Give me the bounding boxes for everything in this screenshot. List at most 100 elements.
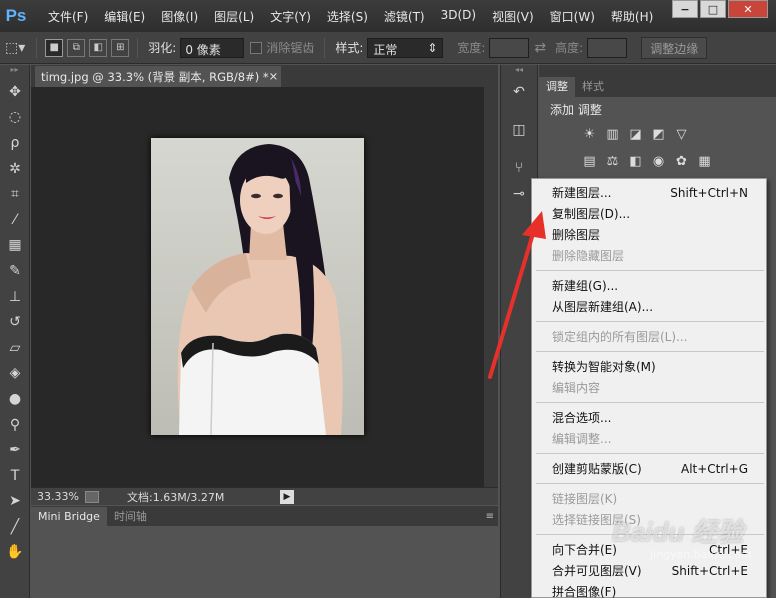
move-tool-icon[interactable]: ✥ — [0, 79, 30, 105]
context-menu-item-label: 复制图层(D)... — [552, 207, 631, 221]
photo-filter-icon[interactable]: ◉ — [650, 153, 667, 170]
menu-image[interactable]: 图像(I) — [153, 8, 206, 25]
channel-mixer-icon[interactable]: ✿ — [673, 153, 690, 170]
brush-tool-icon[interactable]: ✎ — [0, 258, 30, 284]
context-menu-item[interactable]: 创建剪贴蒙版(C) Alt+Ctrl+G — [532, 458, 766, 479]
marquee-tool-icon[interactable]: ◌ — [0, 105, 30, 131]
zoom-level[interactable]: 33.33% — [31, 490, 79, 503]
tab-timeline[interactable]: 时间轴 — [107, 505, 154, 527]
intersect-selection-mode-icon[interactable]: ⊞ — [111, 38, 130, 57]
refine-edge-button[interactable]: 调整边缘 — [641, 36, 708, 59]
context-menu-item[interactable]: 转换为智能对象(M) — [532, 356, 766, 377]
paint-bucket-tool-icon[interactable]: ◈ — [0, 361, 30, 387]
maximize-button[interactable]: □ — [700, 0, 726, 18]
dodge-tool-icon[interactable]: ⚲ — [0, 412, 30, 438]
context-menu-item[interactable]: 拼合图像(F) — [532, 581, 766, 598]
hand-tool-icon[interactable]: ✋ — [0, 540, 30, 566]
menu-filter[interactable]: 滤镜(T) — [376, 8, 433, 25]
status-menu-arrow-icon[interactable]: ▶ — [280, 489, 294, 504]
document-size: 文档:1.63M/3.27M — [127, 490, 225, 504]
add-selection-mode-icon[interactable]: ⧉ — [67, 38, 86, 57]
history-brush-tool-icon[interactable]: ↺ — [0, 309, 30, 335]
lasso-tool-icon[interactable]: ρ — [0, 130, 30, 156]
close-window-button[interactable]: ✕ — [728, 0, 768, 18]
menu-view[interactable]: 视图(V) — [484, 8, 542, 25]
width-input[interactable] — [489, 37, 530, 58]
document-tab[interactable]: timg.jpg @ 33.3% (背景 副本, RGB/8#) * × — [35, 66, 281, 87]
context-menu-item[interactable]: 新建组(G)... — [532, 275, 766, 296]
menu-help[interactable]: 帮助(H) — [603, 8, 661, 25]
hue-saturation-icon[interactable]: ▤ — [581, 153, 598, 170]
clone-stamp-tool-icon[interactable]: ⊥ — [0, 284, 30, 310]
status-info-icon[interactable] — [85, 490, 99, 503]
context-menu-item-label: 删除隐藏图层 — [552, 249, 625, 263]
tab-adjustments[interactable]: 调整 — [539, 75, 575, 97]
new-selection-mode-icon[interactable]: ■ — [45, 38, 64, 57]
healing-brush-tool-icon[interactable]: ▦ — [0, 233, 30, 259]
canvas-area[interactable] — [31, 87, 498, 487]
context-menu-item[interactable]: 混合选项... — [532, 407, 766, 428]
menu-type[interactable]: 文字(Y) — [262, 8, 319, 25]
menu-items: 文件(F) 编辑(E) 图像(I) 图层(L) 文字(Y) 选择(S) 滤镜(T… — [40, 8, 661, 25]
color-balance-icon[interactable]: ⚖ — [604, 153, 621, 170]
context-menu-item-label: 转换为智能对象(M) — [552, 360, 656, 374]
style-select[interactable]: 正常 ⇕ — [367, 37, 444, 58]
document-tab-close-icon[interactable]: × — [269, 69, 279, 84]
blur-tool-icon[interactable]: ● — [0, 386, 30, 412]
tab-mini-bridge[interactable]: Mini Bridge — [31, 506, 107, 526]
brightness-contrast-icon[interactable]: ☀ — [581, 126, 598, 143]
3d-panel-icon[interactable]: ◫ — [501, 117, 537, 143]
vibrance-icon[interactable]: ▽ — [673, 126, 690, 143]
feather-input[interactable]: 0 像素 — [180, 37, 245, 58]
levels-icon[interactable]: ▥ — [604, 126, 621, 143]
path-selection-tool-icon[interactable]: ➤ — [0, 489, 30, 515]
menu-file[interactable]: 文件(F) — [40, 8, 96, 25]
type-tool-icon[interactable]: T — [0, 463, 30, 489]
menu-select[interactable]: 选择(S) — [319, 8, 376, 25]
eyedropper-tool-icon[interactable]: ⁄ — [0, 207, 30, 233]
options-bar: ⬚▾ ■ ⧉ ◧ ⊞ 羽化: 0 像素 消除锯齿 样式: 正常 ⇕ 宽度: ⇄ … — [0, 32, 776, 64]
toolbox-collapse-icon[interactable]: ▸▸ — [0, 65, 29, 79]
magic-wand-tool-icon[interactable]: ✲ — [0, 156, 30, 182]
antialias-checkbox[interactable] — [250, 41, 263, 54]
pen-tool-icon[interactable]: ✒ — [0, 437, 30, 463]
context-menu-item[interactable]: 从图层新建组(A)... — [532, 296, 766, 317]
line-tool-icon[interactable]: ╱ — [0, 514, 30, 540]
minimize-button[interactable]: − — [672, 0, 698, 18]
context-menu-item[interactable]: 合并可见图层(V) Shift+Ctrl+E — [532, 560, 766, 581]
menu-3d[interactable]: 3D(D) — [433, 8, 484, 25]
subtract-selection-mode-icon[interactable]: ◧ — [89, 38, 108, 57]
baidu-watermark-url: jingyan.baidu.com — [650, 548, 752, 561]
menu-layer[interactable]: 图层(L) — [206, 8, 262, 25]
swap-arrows-icon[interactable]: ⇄ — [529, 40, 551, 56]
portrait-photo[interactable] — [151, 138, 364, 435]
marquee-preset-icon[interactable]: ⬚▾ — [0, 40, 30, 56]
adjustments-title: 添加 调整 — [550, 103, 602, 117]
strip-collapse-icon[interactable]: ◂◂ — [501, 65, 537, 79]
context-menu-item[interactable]: 删除图层 — [532, 224, 766, 245]
exposure-icon[interactable]: ◩ — [650, 126, 667, 143]
menu-separator — [536, 453, 764, 454]
eraser-tool-icon[interactable]: ▱ — [0, 335, 30, 361]
panel-menu-icon[interactable]: ≡ — [486, 511, 494, 522]
context-menu-item-label: 锁定组内的所有图层(L)... — [552, 330, 688, 344]
height-input[interactable] — [587, 37, 628, 58]
context-menu-item: 链接图层(K) — [532, 488, 766, 509]
menu-edit[interactable]: 编辑(E) — [96, 8, 153, 25]
tab-styles[interactable]: 样式 — [575, 75, 611, 97]
context-menu-item[interactable]: 复制图层(D)... — [532, 203, 766, 224]
color-lookup-icon[interactable]: ▦ — [696, 153, 713, 170]
history-panel-icon[interactable]: ↶ — [501, 79, 537, 105]
menu-window[interactable]: 窗口(W) — [542, 8, 603, 25]
black-white-icon[interactable]: ◧ — [627, 153, 644, 170]
curves-icon[interactable]: ◪ — [627, 126, 644, 143]
context-menu-item-label: 新建图层... — [552, 186, 612, 200]
context-menu-item-label: 编辑内容 — [552, 381, 601, 395]
context-menu-item[interactable]: 新建图层... Shift+Ctrl+N — [532, 182, 766, 203]
toolbox: ▸▸ ✥ ◌ ρ ✲ ⌗ ⁄ ▦ ✎ ⊥ ↺ ▱ ◈ ● ⚲ ✒ T ➤ ╱ ✋ — [0, 65, 30, 598]
crop-tool-icon[interactable]: ⌗ — [0, 181, 30, 207]
width-label: 宽度: — [457, 41, 486, 55]
mini-bridge-panel: Mini Bridge 时间轴 ≡ — [31, 506, 498, 598]
menu-separator — [536, 483, 764, 484]
context-menu-item-label: 从图层新建组(A)... — [552, 300, 654, 314]
